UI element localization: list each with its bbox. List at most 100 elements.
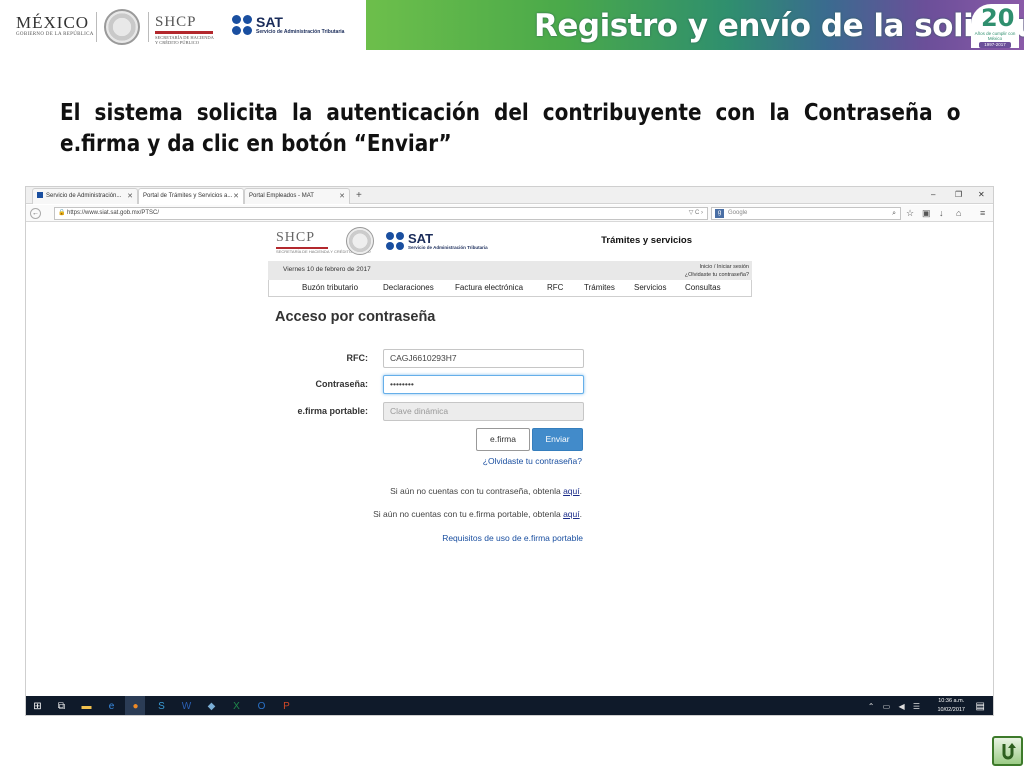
- back-button[interactable]: ←: [30, 208, 41, 219]
- edge-browser-icon[interactable]: e: [104, 699, 119, 714]
- anniversary-badge: 20 Años de cumplir con México 1997-2017: [971, 4, 1019, 48]
- site-sat-wordmark: SAT: [408, 230, 434, 246]
- url-text: https://www.siat.sat.gob.mx/PTSC/: [67, 210, 160, 216]
- file-explorer-icon[interactable]: ▬: [79, 699, 94, 714]
- lock-icon: 🔒: [58, 210, 66, 216]
- menu-item-factura[interactable]: Factura electrónica: [455, 280, 523, 296]
- browser-tab[interactable]: Portal Empleados - MAT ✕: [244, 188, 350, 204]
- submit-button[interactable]: Enviar: [532, 428, 583, 451]
- browser-tab-active[interactable]: Portal de Trámites y Servicios a... ✕: [138, 188, 244, 204]
- password-info: Si aún no cuentas con tu contraseña, obt…: [390, 486, 582, 496]
- skype-icon[interactable]: S: [154, 699, 169, 714]
- obtain-password-link[interactable]: aquí: [563, 486, 580, 496]
- password-field[interactable]: ••••••••: [383, 375, 584, 394]
- national-seal-icon: [104, 9, 140, 45]
- government-logos: MÉXICO GOBIERNO DE LA REPÚBLICA SHCP SEC…: [0, 0, 366, 50]
- rfc-label: RFC:: [346, 353, 369, 363]
- search-input[interactable]: g Google ⌕: [711, 207, 901, 220]
- browser-screenshot: Servicio de Administración... ✕ Portal d…: [25, 186, 994, 716]
- tab-bar: Servicio de Administración... ✕ Portal d…: [26, 187, 993, 204]
- efirma-portable-label: e.firma portable:: [297, 406, 368, 416]
- site-sat-logo: SAT Servicio de Administración Tributari…: [386, 232, 488, 250]
- obtain-efirma-link[interactable]: aquí: [563, 509, 580, 519]
- minimize-button[interactable]: –: [931, 187, 935, 203]
- download-icon[interactable]: ↓: [939, 207, 944, 220]
- restore-button[interactable]: ❐: [955, 187, 962, 203]
- reading-list-icon[interactable]: ▣: [922, 207, 931, 220]
- menu-icon[interactable]: ≡: [980, 207, 985, 220]
- new-tab-button[interactable]: +: [356, 188, 362, 203]
- anniversary-years: 1997-2017: [979, 42, 1011, 48]
- anniversary-subtitle: Años de cumplir con México: [974, 31, 1016, 41]
- dynamic-key-field[interactable]: Clave dinámica: [383, 402, 584, 421]
- app-icon[interactable]: ◆: [204, 699, 219, 714]
- clock-date: 10/02/2017: [937, 707, 965, 713]
- home-icon[interactable]: ⌂: [956, 207, 961, 220]
- site-sat-dots-icon: [386, 232, 404, 250]
- shcp-logo: SHCP SECRETARÍA DE HACIENDA Y CRÉDITO PÚ…: [155, 14, 214, 45]
- system-tray[interactable]: ⌃ ▭ ◀ ☰: [868, 699, 923, 714]
- efirma-info: Si aún no cuentas con tu e.firma portabl…: [373, 509, 582, 519]
- efirma-button[interactable]: e.firma: [476, 428, 530, 451]
- slide: MÉXICO GOBIERNO DE LA REPÚBLICA SHCP SEC…: [0, 0, 1024, 768]
- menu-item-tramites[interactable]: Trámites: [584, 280, 615, 296]
- clock-time: 10:36 a.m.: [938, 698, 965, 704]
- shcp-bar: [155, 31, 213, 34]
- search-icon[interactable]: ⌕: [892, 208, 896, 219]
- current-date: Viernes 10 de febrero de 2017: [283, 266, 371, 273]
- search-placeholder: Google: [728, 210, 748, 216]
- menu-item-declaraciones[interactable]: Declaraciones: [383, 280, 434, 296]
- u-turn-icon: [1002, 743, 1016, 760]
- navigation-bar: ← 🔒 https://www.siat.sat.gob.mx/PTSC/ ▽ …: [26, 205, 993, 222]
- menu-item-rfc[interactable]: RFC: [547, 280, 563, 296]
- mexico-wordmark: MÉXICO: [16, 13, 90, 32]
- menu-item-servicios[interactable]: Servicios: [634, 280, 666, 296]
- bookmark-star-icon[interactable]: ☆: [906, 207, 914, 220]
- mexico-logo: MÉXICO GOBIERNO DE LA REPÚBLICA: [16, 13, 94, 38]
- banner-title: Registro y envío de la solicitud: [534, 8, 1024, 44]
- excel-icon[interactable]: X: [229, 699, 244, 714]
- logo-divider: [148, 12, 149, 42]
- taskbar: ⊞ ⧉ ▬ e ● S W ◆ X O P ⌃ ▭ ◀ ☰ 10:36 a.m.…: [26, 696, 993, 715]
- outlook-icon[interactable]: O: [254, 699, 269, 714]
- main-menu: Buzón tributario Declaraciones Factura e…: [268, 280, 752, 297]
- menu-item-buzon[interactable]: Buzón tributario: [302, 280, 358, 296]
- reload-icon[interactable]: ▽ C ›: [689, 208, 703, 219]
- logo-divider: [96, 12, 97, 42]
- tab-label: Servicio de Administración...: [46, 193, 122, 199]
- forgot-password-top-link[interactable]: ¿Olvidaste tu contraseña?: [685, 271, 749, 279]
- shcp-subtitle-2: Y CRÉDITO PÚBLICO: [155, 40, 200, 45]
- close-tab-icon[interactable]: ✕: [339, 189, 345, 204]
- close-tab-icon[interactable]: ✕: [233, 189, 239, 204]
- task-view-icon[interactable]: ⧉: [54, 699, 69, 714]
- close-tab-icon[interactable]: ✕: [127, 189, 133, 204]
- firefox-icon[interactable]: ●: [128, 699, 143, 714]
- menu-item-consultas[interactable]: Consultas: [685, 280, 721, 296]
- close-window-button[interactable]: ✕: [978, 187, 985, 203]
- search-engine-icon: g: [715, 209, 724, 218]
- site-tagline: Trámites y servicios: [601, 235, 692, 246]
- rfc-field[interactable]: CAGJ6610293H7: [383, 349, 584, 368]
- sat-wordmark: SAT: [256, 13, 283, 30]
- site-seal-icon: [346, 227, 374, 255]
- notifications-icon[interactable]: ▤: [976, 699, 985, 714]
- powerpoint-icon[interactable]: P: [279, 699, 294, 714]
- site-header: SHCP SECRETARÍA DE HACIENDA Y CRÉDITO PÚ…: [268, 223, 752, 263]
- login-title: Acceso por contraseña: [275, 309, 436, 325]
- password-label: Contraseña:: [315, 379, 368, 389]
- browser-tab[interactable]: Servicio de Administración... ✕: [32, 188, 138, 204]
- login-link[interactable]: Inicio / Iniciar sesión: [685, 263, 749, 271]
- windows-start-icon[interactable]: ⊞: [30, 699, 45, 714]
- shcp-wordmark: SHCP: [155, 14, 197, 30]
- tab-label: Portal de Trámites y Servicios a...: [143, 193, 233, 199]
- word-icon[interactable]: W: [179, 699, 194, 714]
- return-button[interactable]: [992, 736, 1023, 766]
- taskbar-clock[interactable]: 10:36 a.m. 10/02/2017: [937, 697, 965, 715]
- password-info-text: Si aún no cuentas con tu contraseña, obt…: [390, 486, 564, 496]
- address-bar[interactable]: 🔒 https://www.siat.sat.gob.mx/PTSC/ ▽ C …: [54, 207, 708, 220]
- efirma-requirements-link[interactable]: Requisitos de uso de e.firma portable: [442, 533, 583, 543]
- forgot-password-link[interactable]: ¿Olvidaste tu contraseña?: [483, 456, 582, 466]
- sat-dots-icon: [232, 15, 252, 35]
- sat-logo: SAT Servicio de Administración Tributari…: [232, 15, 344, 35]
- web-page: SHCP SECRETARÍA DE HACIENDA Y CRÉDITO PÚ…: [26, 223, 993, 697]
